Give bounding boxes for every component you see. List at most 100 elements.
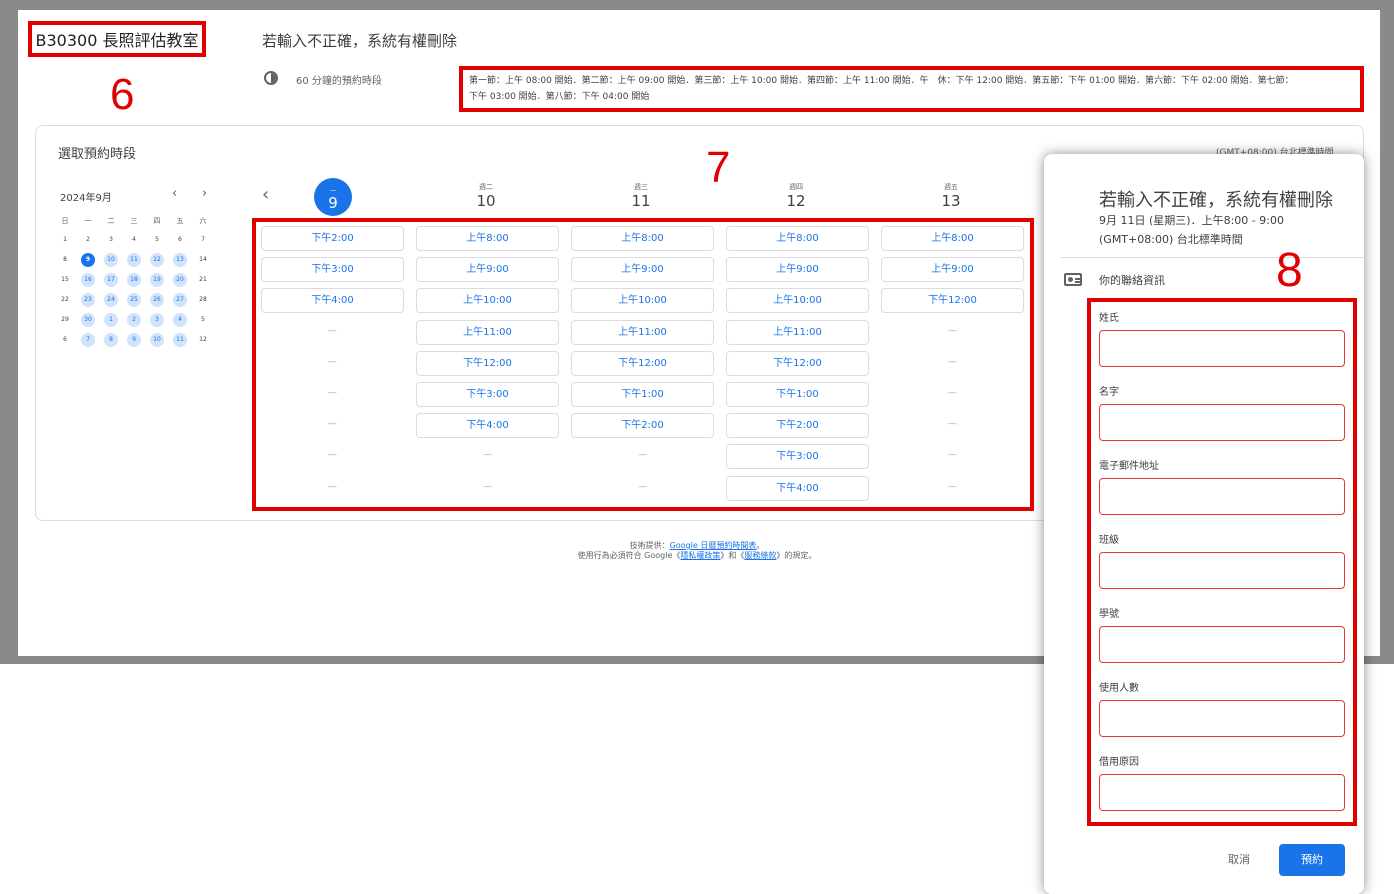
calendar-day-available[interactable]: 3 [150, 313, 164, 327]
calendar-day-available[interactable]: 1 [104, 313, 118, 327]
time-slot-button[interactable]: 下午1:00 [726, 382, 869, 407]
dialog-date: 9月 11日 (星期三)．上午8:00 - 9:00 [1099, 214, 1284, 227]
time-slot-button[interactable]: 下午2:00 [571, 413, 714, 439]
empty-slot: — [328, 419, 337, 430]
time-slot-button[interactable]: 下午12:00 [416, 350, 559, 376]
calendar-day: 12 [199, 336, 207, 343]
calendar-day-available[interactable]: 11 [173, 333, 187, 347]
calendar-day-available[interactable]: 7 [81, 333, 95, 347]
time-slot-button[interactable]: 上午8:00 [881, 226, 1024, 251]
time-slot-button[interactable]: 下午3:00 [726, 444, 869, 470]
empty-slot: — [948, 481, 957, 492]
time-slot-button[interactable]: 上午9:00 [726, 257, 869, 283]
time-slot-button[interactable]: 下午3:00 [261, 257, 404, 283]
google-calendar-link[interactable]: Google 日曆預約時間表 [670, 541, 757, 550]
cancel-button[interactable]: 取消 [1214, 845, 1264, 875]
time-slot-button[interactable]: 上午8:00 [726, 226, 869, 251]
calendar-day-available[interactable]: 2 [127, 313, 141, 327]
time-slot-button[interactable]: 上午8:00 [416, 226, 559, 251]
text-input-field[interactable] [1099, 330, 1345, 367]
empty-slot: — [483, 450, 492, 461]
calendar-day-available[interactable]: 9 [127, 333, 141, 347]
book-button[interactable]: 預約 [1279, 844, 1345, 876]
calendar-day-available[interactable]: 24 [104, 293, 118, 307]
calendar-day: 1 [63, 236, 67, 243]
time-slot-button[interactable]: 上午10:00 [416, 288, 559, 314]
calendar-day-available[interactable]: 26 [150, 293, 164, 307]
calendar-day: 5 [155, 236, 159, 243]
text-input-field[interactable] [1099, 478, 1345, 515]
calendar-day-available[interactable]: 4 [173, 313, 187, 327]
text-input-field[interactable] [1099, 700, 1345, 737]
day-column-header[interactable]: 週三 11 [571, 182, 711, 210]
time-slot-button[interactable]: 下午2:00 [726, 413, 869, 439]
empty-slot: — [638, 481, 647, 492]
time-slot-button[interactable]: 下午1:00 [571, 382, 714, 407]
chevron-right-icon[interactable]: › [202, 186, 207, 201]
mini-calendar-month: 2024年9月 [60, 193, 112, 204]
calendar-day-available[interactable]: 12 [150, 253, 164, 267]
time-slot-button[interactable]: 下午3:00 [416, 382, 559, 407]
text-input-field[interactable] [1099, 404, 1345, 441]
time-slot-button[interactable]: 上午11:00 [416, 319, 559, 345]
text-input-field[interactable] [1099, 774, 1345, 811]
footer-terms-suffix: 》的規定。 [776, 551, 817, 560]
calendar-day-available[interactable]: 19 [150, 273, 164, 287]
time-slot-button[interactable]: 下午4:00 [261, 288, 404, 314]
clock-icon [264, 71, 278, 85]
schedule-line-2: 下午 03:00 開始．第八節：下午 04:00 開始 [469, 92, 650, 102]
time-slot-button[interactable]: 上午11:00 [571, 319, 714, 345]
calendar-day: 2 [86, 236, 90, 243]
day-column-header[interactable]: 週四 12 [726, 182, 866, 210]
time-slot-button[interactable]: 上午10:00 [726, 288, 869, 314]
time-slot-button[interactable]: 上午9:00 [416, 257, 559, 283]
calendar-day-available[interactable]: 16 [81, 273, 95, 287]
time-slot-button[interactable]: 上午11:00 [726, 319, 869, 345]
chevron-left-icon[interactable]: ‹ [172, 186, 177, 201]
time-slot-button[interactable]: 下午12:00 [881, 288, 1024, 314]
calendar-day-available[interactable]: 23 [81, 293, 95, 307]
day-of-week: 週五 [944, 183, 958, 191]
field-label: 學號 [1099, 609, 1119, 620]
calendar-day-available[interactable]: 8 [104, 333, 118, 347]
chevron-left-icon[interactable]: ‹ [262, 184, 269, 205]
contact-info-label: 你的聯絡資訊 [1099, 274, 1165, 287]
text-input-field[interactable] [1099, 626, 1345, 663]
duration-text: 60 分鐘的預約時段 [296, 76, 382, 87]
day-number: 11 [631, 192, 651, 210]
calendar-day: 21 [199, 276, 207, 283]
calendar-day-available[interactable]: 9 [81, 253, 95, 267]
calendar-day-available[interactable]: 18 [127, 273, 141, 287]
time-slot-button[interactable]: 下午4:00 [416, 413, 559, 439]
time-slot-button[interactable]: 下午2:00 [261, 226, 404, 251]
calendar-day-available[interactable]: 25 [127, 293, 141, 307]
calendar-day-available[interactable]: 17 [104, 273, 118, 287]
calendar-day-available[interactable]: 10 [150, 333, 164, 347]
empty-slot: — [328, 481, 337, 492]
calendar-day-available[interactable]: 11 [127, 253, 141, 267]
terms-link[interactable]: 服務條款 [744, 551, 776, 560]
time-slot-button[interactable]: 下午12:00 [726, 350, 869, 376]
calendar-day-available[interactable]: 27 [173, 293, 187, 307]
day-column-header[interactable]: 週二 10 [416, 182, 556, 210]
calendar-day-available[interactable]: 13 [173, 253, 187, 267]
time-slot-button[interactable]: 下午4:00 [726, 475, 869, 501]
day-number: 12 [786, 192, 806, 210]
empty-slot: — [948, 388, 957, 398]
privacy-link[interactable]: 隱私權政策 [680, 551, 720, 560]
text-input-field[interactable] [1099, 552, 1345, 589]
calendar-day-available[interactable]: 20 [173, 273, 187, 287]
field-label: 電子郵件地址 [1099, 461, 1159, 472]
annotation-6: 6 [110, 70, 135, 119]
time-slot-button[interactable]: 上午9:00 [881, 257, 1024, 283]
field-label: 借用原因 [1099, 757, 1139, 768]
calendar-day-available[interactable]: 10 [104, 253, 118, 267]
time-slot-button[interactable]: 上午9:00 [571, 257, 714, 283]
field-label: 使用人數 [1099, 683, 1139, 694]
time-slot-button[interactable]: 上午8:00 [571, 226, 714, 251]
calendar-day-available[interactable]: 30 [81, 313, 95, 327]
day-column-header[interactable]: 週五 13 [881, 182, 1021, 210]
time-slot-button[interactable]: 下午12:00 [571, 350, 714, 376]
today-date-circle[interactable]: 一 9 [314, 178, 352, 216]
time-slot-button[interactable]: 上午10:00 [571, 288, 714, 314]
